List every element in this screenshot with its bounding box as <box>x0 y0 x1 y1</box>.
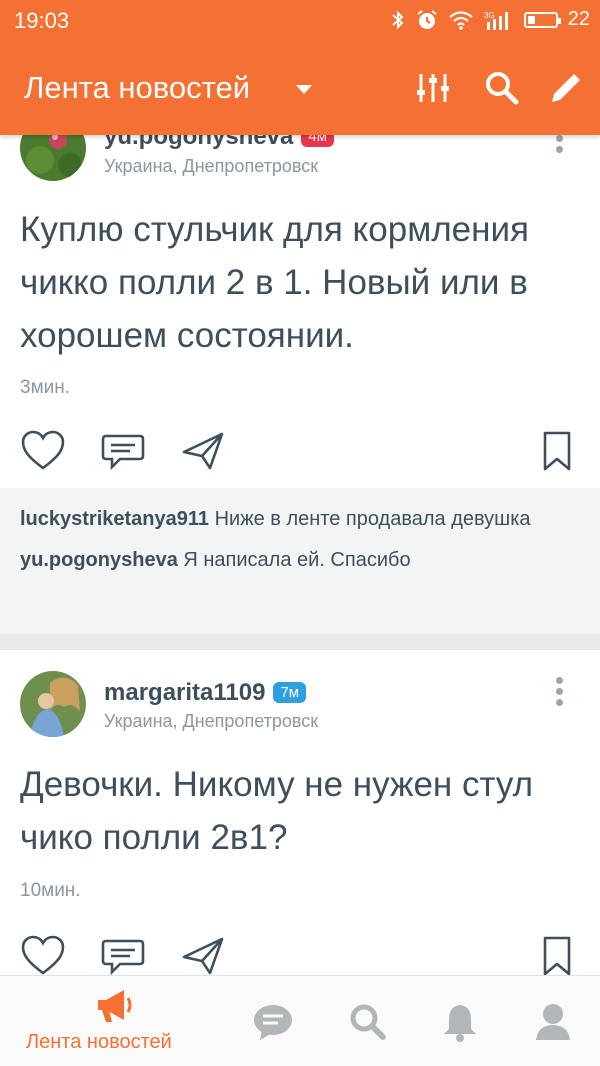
more-icon[interactable] <box>556 677 564 710</box>
signal-icon: 3G <box>484 11 508 30</box>
megaphone-icon <box>98 990 132 1022</box>
age-badge: 4м <box>301 135 335 147</box>
comment-icon[interactable] <box>100 428 146 474</box>
comments-block: luckystriketanya911 Ниже в ленте продава… <box>0 488 600 634</box>
battery-icon <box>523 11 561 28</box>
bluetooth-icon <box>392 10 404 29</box>
avatar[interactable] <box>20 135 86 181</box>
search-icon[interactable] <box>348 1002 388 1042</box>
chat-icon[interactable] <box>252 1002 294 1042</box>
post-text: Куплю стульчик для кормления чикко полли… <box>20 210 529 355</box>
battery-level: 22 <box>567 8 590 30</box>
search-icon[interactable] <box>482 68 522 108</box>
post-text: Девочки. Никому не нужен стул чико полли… <box>20 765 534 857</box>
avatar[interactable] <box>20 671 86 737</box>
nav-feed[interactable]: Лента новостей <box>0 976 230 1066</box>
status-time: 19:03 <box>14 8 70 33</box>
profile-icon[interactable] <box>534 1001 572 1041</box>
nav-feed-label: Лента новостей <box>26 1031 172 1053</box>
comment[interactable]: luckystriketanya911 Ниже в ленте продава… <box>0 488 600 536</box>
post-time: 3мин. <box>20 377 71 398</box>
heart-icon[interactable] <box>20 428 66 474</box>
more-icon[interactable] <box>556 135 564 157</box>
status-bar: 19:03 3G 22 <box>0 0 600 42</box>
toolbar: Лента новостей <box>0 50 600 126</box>
pencil-icon[interactable] <box>546 68 586 108</box>
status-icons: 3G 22 <box>390 8 590 31</box>
comment-user[interactable]: luckystriketanya911 <box>20 508 209 530</box>
comment-text: Ниже в ленте продавала девушка <box>214 508 531 530</box>
bookmark-icon[interactable] <box>534 428 580 474</box>
bottom-navigation: Лента новостей <box>0 975 600 1066</box>
svg-text:3G: 3G <box>484 11 495 20</box>
chevron-down-icon[interactable] <box>296 85 312 94</box>
news-feed[interactable]: yu.pogonysheva 4м Украина, Днепропетровск… <box>0 135 600 975</box>
heart-icon[interactable] <box>20 933 66 975</box>
comment[interactable]: yu.pogonysheva Я написала ей. Спасибо <box>0 536 600 577</box>
comment-icon[interactable] <box>100 933 146 975</box>
post-username[interactable]: yu.pogonysheva 4м <box>104 135 335 151</box>
share-icon[interactable] <box>180 428 226 474</box>
wifi-icon <box>449 10 473 30</box>
bell-icon[interactable] <box>441 1002 479 1042</box>
filter-icon[interactable] <box>413 68 453 108</box>
comment-user[interactable]: yu.pogonysheva <box>20 549 178 571</box>
post-time: 10мин. <box>20 880 81 901</box>
post-divider <box>0 634 600 650</box>
share-icon[interactable] <box>180 933 226 975</box>
alarm-icon <box>417 9 437 29</box>
post-username[interactable]: margarita1109 7м <box>104 679 307 707</box>
age-badge: 7м <box>273 682 307 703</box>
page-title[interactable]: Лента новостей <box>24 70 250 106</box>
comment-text: Я написала ей. Спасибо <box>183 549 411 571</box>
post-location: Украина, Днепропетровск <box>104 156 319 176</box>
app-bar: 19:03 3G 22 Лента новостей <box>0 0 600 135</box>
post-location: Украина, Днепропетровск <box>104 711 319 731</box>
bookmark-icon[interactable] <box>534 933 580 975</box>
